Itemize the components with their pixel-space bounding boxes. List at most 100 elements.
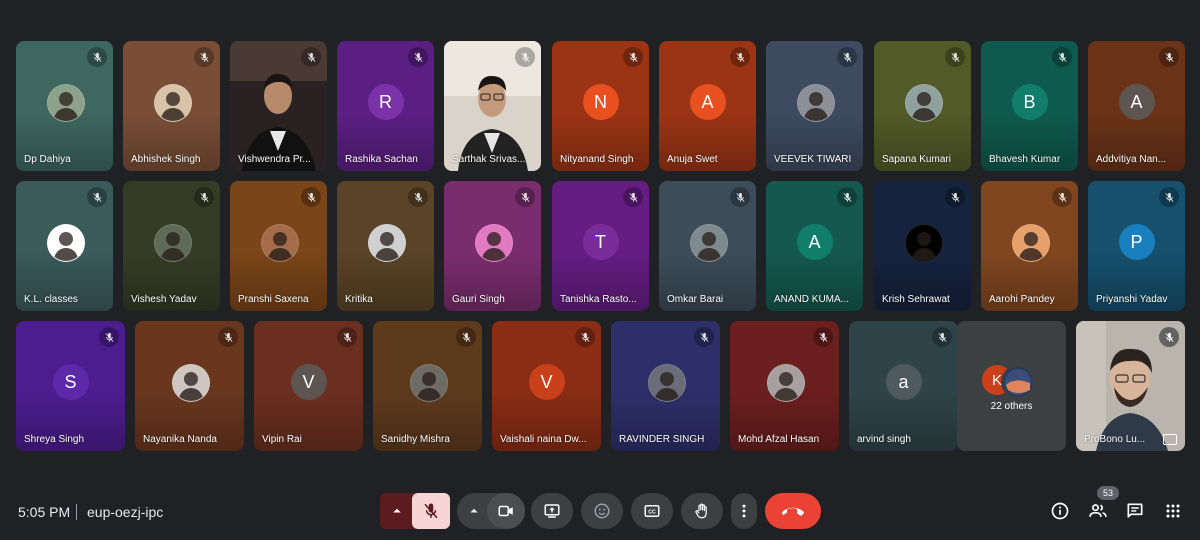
participant-avatar-photo: [766, 364, 805, 403]
people-icon: [1089, 504, 1107, 517]
participant-tile[interactable]: N Nityanand Singh: [552, 41, 649, 171]
participant-avatar-photo: [260, 224, 299, 263]
participant-tile[interactable]: B Bhavesh Kumar: [981, 41, 1078, 171]
mic-off-icon: [945, 47, 965, 67]
participant-tile[interactable]: Krish Sehrawat: [874, 181, 971, 311]
participant-avatar-photo: [474, 224, 513, 263]
others-avatar-photo: [1001, 365, 1035, 399]
participant-name: Rashika Sachan: [345, 154, 418, 165]
participant-name: Bhavesh Kumar: [989, 154, 1061, 165]
mic-off-icon: [730, 47, 750, 67]
participant-tile[interactable]: S Shreya Singh: [16, 321, 125, 451]
participant-avatar-photo: [647, 364, 686, 403]
participant-name: RAVINDER SINGH: [619, 434, 705, 445]
participant-name: Kritika: [345, 294, 373, 305]
participant-name: Sanidhy Mishra: [381, 434, 450, 445]
participant-tile[interactable]: P Priyanshi Yadav: [1088, 181, 1185, 311]
participant-tile[interactable]: A Addvitiya Nan...: [1088, 41, 1185, 171]
participant-name: Krish Sehrawat: [882, 294, 950, 305]
participant-avatar-letter: V: [528, 364, 565, 401]
meeting-details-button[interactable]: [1049, 500, 1071, 522]
participant-tile[interactable]: Dp Dahiya: [16, 41, 113, 171]
more-options-button[interactable]: [731, 493, 757, 529]
participant-avatar-photo: [46, 224, 85, 263]
mic-off-icon: [1052, 47, 1072, 67]
chat-button[interactable]: [1124, 500, 1146, 522]
participant-avatar-letter: T: [582, 224, 619, 261]
participant-row-1: Dp Dahiya Abhishek Singh Vishwendra Pr... R…: [0, 41, 1200, 173]
participant-tile[interactable]: R Rashika Sachan: [337, 41, 434, 171]
captions-icon: CC: [644, 505, 660, 517]
leave-call-button[interactable]: [765, 493, 821, 529]
captions-button[interactable]: CC: [631, 493, 673, 529]
participant-name: VEEVEK TIWARI: [774, 154, 852, 165]
participant-tile[interactable]: VEEVEK TIWARI: [766, 41, 863, 171]
participant-avatar-photo: [171, 364, 210, 403]
toggle-microphone-button[interactable]: [412, 493, 450, 529]
mic-off-icon: [932, 327, 952, 347]
participant-tile[interactable]: Sanidhy Mishra: [373, 321, 482, 451]
participant-name: Abhishek Singh: [131, 154, 201, 165]
video-settings-chevron-icon[interactable]: [463, 493, 485, 529]
reactions-button[interactable]: [581, 493, 623, 529]
participant-tile[interactable]: Aarohi Pandey: [981, 181, 1078, 311]
mic-off-icon: [456, 327, 476, 347]
mic-off-icon: [730, 187, 750, 207]
participant-tile[interactable]: a arvind singh: [849, 321, 958, 451]
mic-off-icon: [87, 47, 107, 67]
participant-avatar-letter: A: [796, 224, 833, 261]
participant-tile[interactable]: V Vaishali naina Dw...: [492, 321, 601, 451]
mic-off-icon: [1052, 187, 1072, 207]
participant-avatar-photo: [153, 84, 192, 123]
participant-tile[interactable]: Vishesh Yadav: [123, 181, 220, 311]
participant-name: Vishesh Yadav: [131, 294, 197, 305]
participant-tile[interactable]: K.L. classes: [16, 181, 113, 311]
participant-tile[interactable]: Omkar Barai: [659, 181, 756, 311]
people-button[interactable]: [1087, 500, 1109, 522]
participant-name: Shreya Singh: [24, 434, 85, 445]
participant-avatar-photo: [796, 84, 835, 123]
participant-tile[interactable]: Kritika: [337, 181, 434, 311]
participant-tile[interactable]: Mohd Afzal Hasan: [730, 321, 839, 451]
present-screen-button[interactable]: [531, 493, 573, 529]
participant-name: Pranshi Saxena: [238, 294, 309, 305]
emoji-icon: [594, 503, 610, 519]
participant-name: Vipin Rai: [262, 434, 302, 445]
participant-tile[interactable]: Pranshi Saxena: [230, 181, 327, 311]
participant-tile[interactable]: Nayanika Nanda: [135, 321, 244, 451]
participant-tile[interactable]: A ANAND KUMA...: [766, 181, 863, 311]
participant-name: Anuja Swet: [667, 154, 718, 165]
participant-avatar-photo: [1011, 224, 1050, 263]
mic-off-icon: [194, 47, 214, 67]
picture-in-picture-icon[interactable]: [1163, 434, 1177, 445]
mic-off-icon: [945, 187, 965, 207]
participant-tile[interactable]: RAVINDER SINGH: [611, 321, 720, 451]
participant-name: Dp Dahiya: [24, 154, 71, 165]
participant-tile[interactable]: Gauri Singh: [444, 181, 541, 311]
participant-tile[interactable]: A Anuja Swet: [659, 41, 756, 171]
mic-off-icon: [694, 327, 714, 347]
mic-off-icon: [813, 327, 833, 347]
participant-tile[interactable]: Abhishek Singh: [123, 41, 220, 171]
raise-hand-button[interactable]: [681, 493, 723, 529]
apps-grid-icon: [1166, 504, 1180, 518]
self-video-tile[interactable]: ProBono Lu...: [1076, 321, 1185, 451]
participant-tile[interactable]: Sarthak Srivas...: [444, 41, 541, 171]
mic-off-icon: [408, 187, 428, 207]
participant-avatar-letter: A: [1118, 84, 1155, 121]
others-tile[interactable]: K 22 others: [957, 321, 1066, 451]
participant-tile[interactable]: Sapana Kumari: [874, 41, 971, 171]
audio-settings-chevron-icon[interactable]: [380, 493, 414, 529]
mic-off-icon: [837, 187, 857, 207]
participant-tile[interactable]: V Vipin Rai: [254, 321, 363, 451]
participant-name: Vaishali naina Dw...: [500, 434, 587, 445]
participant-tile[interactable]: Vishwendra Pr...: [230, 41, 327, 171]
chat-icon: [1127, 503, 1143, 518]
mic-off-icon: [218, 327, 238, 347]
mic-off-icon: [623, 47, 643, 67]
participant-row-3: a arvind singh Mohd Afzal Hasan RAVINDER SI…: [0, 321, 1200, 453]
activities-button[interactable]: [1162, 500, 1184, 522]
participant-tile[interactable]: T Tanishka Rasto...: [552, 181, 649, 311]
microphone-control: [380, 493, 450, 529]
toggle-camera-button[interactable]: [487, 493, 525, 529]
